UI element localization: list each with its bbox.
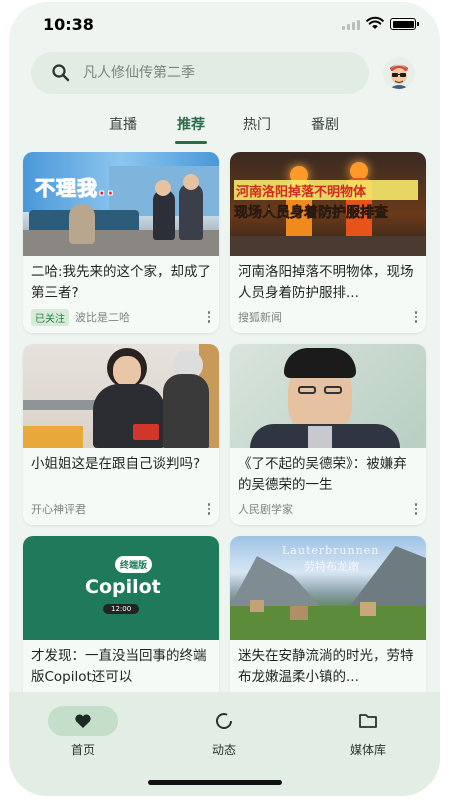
signal-icon bbox=[342, 20, 360, 30]
nav-home-pill bbox=[48, 706, 118, 736]
more-options-icon[interactable] bbox=[412, 501, 420, 517]
video-author: 开心神评君 bbox=[31, 503, 86, 516]
video-title: 《了不起的吴德荣》：被嫌弃的吴德荣的一生 bbox=[238, 456, 407, 493]
home-indicator bbox=[148, 780, 282, 785]
video-card[interactable]: 河南洛阳掉落不明物体 现场人员身着防护服排查 河南洛阳掉落不明物体，现场人员身着… bbox=[230, 152, 426, 333]
video-thumbnail bbox=[23, 344, 219, 448]
battery-icon bbox=[390, 18, 419, 30]
more-options-icon[interactable] bbox=[412, 309, 420, 325]
refresh-circle-icon bbox=[216, 713, 232, 729]
video-thumbnail: 终端版 Copilot 12:00 bbox=[23, 536, 219, 640]
video-meta: 开心神评君 bbox=[31, 501, 213, 517]
thumbnail-caption: Copilot bbox=[85, 576, 161, 598]
thumbnail-subtag: 12:00 bbox=[103, 604, 140, 614]
video-card[interactable]: 《了不起的吴德荣》：被嫌弃的吴德荣的一生 人民剧学家 bbox=[230, 344, 426, 525]
tab-live[interactable]: 直播 bbox=[101, 114, 145, 134]
nav-home[interactable]: 首页 bbox=[43, 706, 123, 758]
video-meta: 人民剧学家 bbox=[238, 501, 420, 517]
video-thumbnail: Lauterbrunnen 劳特布龙嫩 bbox=[230, 536, 426, 640]
tab-series[interactable]: 番剧 bbox=[303, 114, 347, 134]
thumbnail-caption: 现场人员身着防护服排查 bbox=[234, 205, 389, 222]
thumbnail-caption: 河南洛阳掉落不明物体 bbox=[236, 185, 367, 200]
avatar[interactable] bbox=[383, 57, 415, 89]
nav-library-label: 媒体库 bbox=[349, 743, 386, 757]
search-icon bbox=[52, 64, 70, 82]
thumbnail-caption: 劳特布龙嫩 bbox=[304, 560, 359, 573]
thumbnail-caption: Lauterbrunnen bbox=[282, 544, 380, 557]
video-card[interactable]: 不理我.. 二哈:我先来的这个家，却成了第三者? 已关注 波比是二哈 bbox=[23, 152, 219, 333]
video-thumbnail bbox=[230, 344, 426, 448]
followed-badge: 已关注 bbox=[31, 308, 69, 326]
nav-home-label: 首页 bbox=[70, 743, 95, 757]
tab-indicator bbox=[175, 141, 207, 144]
video-meta: 已关注 波比是二哈 bbox=[31, 308, 213, 326]
search-bar[interactable] bbox=[31, 52, 369, 94]
video-meta: 搜狐新闻 bbox=[238, 309, 420, 325]
more-options-icon[interactable] bbox=[205, 309, 213, 325]
category-tabs: 直播 推荐 热门 番剧 bbox=[9, 110, 440, 146]
status-bar: 10:38 bbox=[9, 2, 440, 46]
video-title: 才发现：一直没当回事的终端版Copilot还可以 bbox=[31, 648, 207, 685]
video-author: 人民剧学家 bbox=[238, 503, 293, 516]
status-time: 10:38 bbox=[43, 15, 94, 34]
tab-recommend[interactable]: 推荐 bbox=[169, 114, 213, 134]
nav-library-pill bbox=[333, 706, 403, 736]
video-title: 河南洛阳掉落不明物体，现场人员身着防护服排... bbox=[238, 264, 414, 301]
thumbnail-caption: 不理我.. bbox=[34, 176, 116, 201]
video-feed: 不理我.. 二哈:我先来的这个家，却成了第三者? 已关注 波比是二哈 河南洛阳掉… bbox=[9, 152, 440, 692]
video-thumbnail: 不理我.. bbox=[23, 152, 219, 256]
video-thumbnail: 河南洛阳掉落不明物体 现场人员身着防护服排查 bbox=[230, 152, 426, 256]
nav-feed[interactable]: 动态 bbox=[184, 706, 264, 758]
video-title: 二哈:我先来的这个家，却成了第三者? bbox=[31, 264, 212, 301]
nav-feed-pill bbox=[189, 706, 259, 736]
thumbnail-tag: 终端版 bbox=[115, 556, 153, 573]
more-options-icon[interactable] bbox=[205, 501, 213, 517]
video-title: 小姐姐这是在跟自己谈判吗? bbox=[31, 456, 201, 472]
nav-feed-label: 动态 bbox=[211, 743, 236, 757]
heart-icon bbox=[75, 714, 91, 728]
video-title: 迷失在安静流淌的时光，劳特布龙嫩温柔小镇的... bbox=[238, 648, 414, 685]
tab-hot[interactable]: 热门 bbox=[235, 114, 279, 134]
video-card[interactable]: 小姐姐这是在跟自己谈判吗? 开心神评君 bbox=[23, 344, 219, 525]
phone-screen: 10:38 直播 推荐 bbox=[9, 2, 440, 796]
video-card[interactable]: Lauterbrunnen 劳特布龙嫩 迷失在安静流淌的时光，劳特布龙嫩温柔小镇… bbox=[230, 536, 426, 692]
search-input[interactable] bbox=[83, 52, 353, 94]
video-card[interactable]: 终端版 Copilot 12:00 才发现：一直没当回事的终端版Copilot还… bbox=[23, 536, 219, 692]
video-author: 波比是二哈 bbox=[75, 311, 130, 324]
wifi-icon bbox=[366, 16, 384, 29]
nav-library[interactable]: 媒体库 bbox=[328, 706, 408, 758]
folder-icon bbox=[359, 714, 377, 728]
video-author: 搜狐新闻 bbox=[238, 311, 282, 324]
